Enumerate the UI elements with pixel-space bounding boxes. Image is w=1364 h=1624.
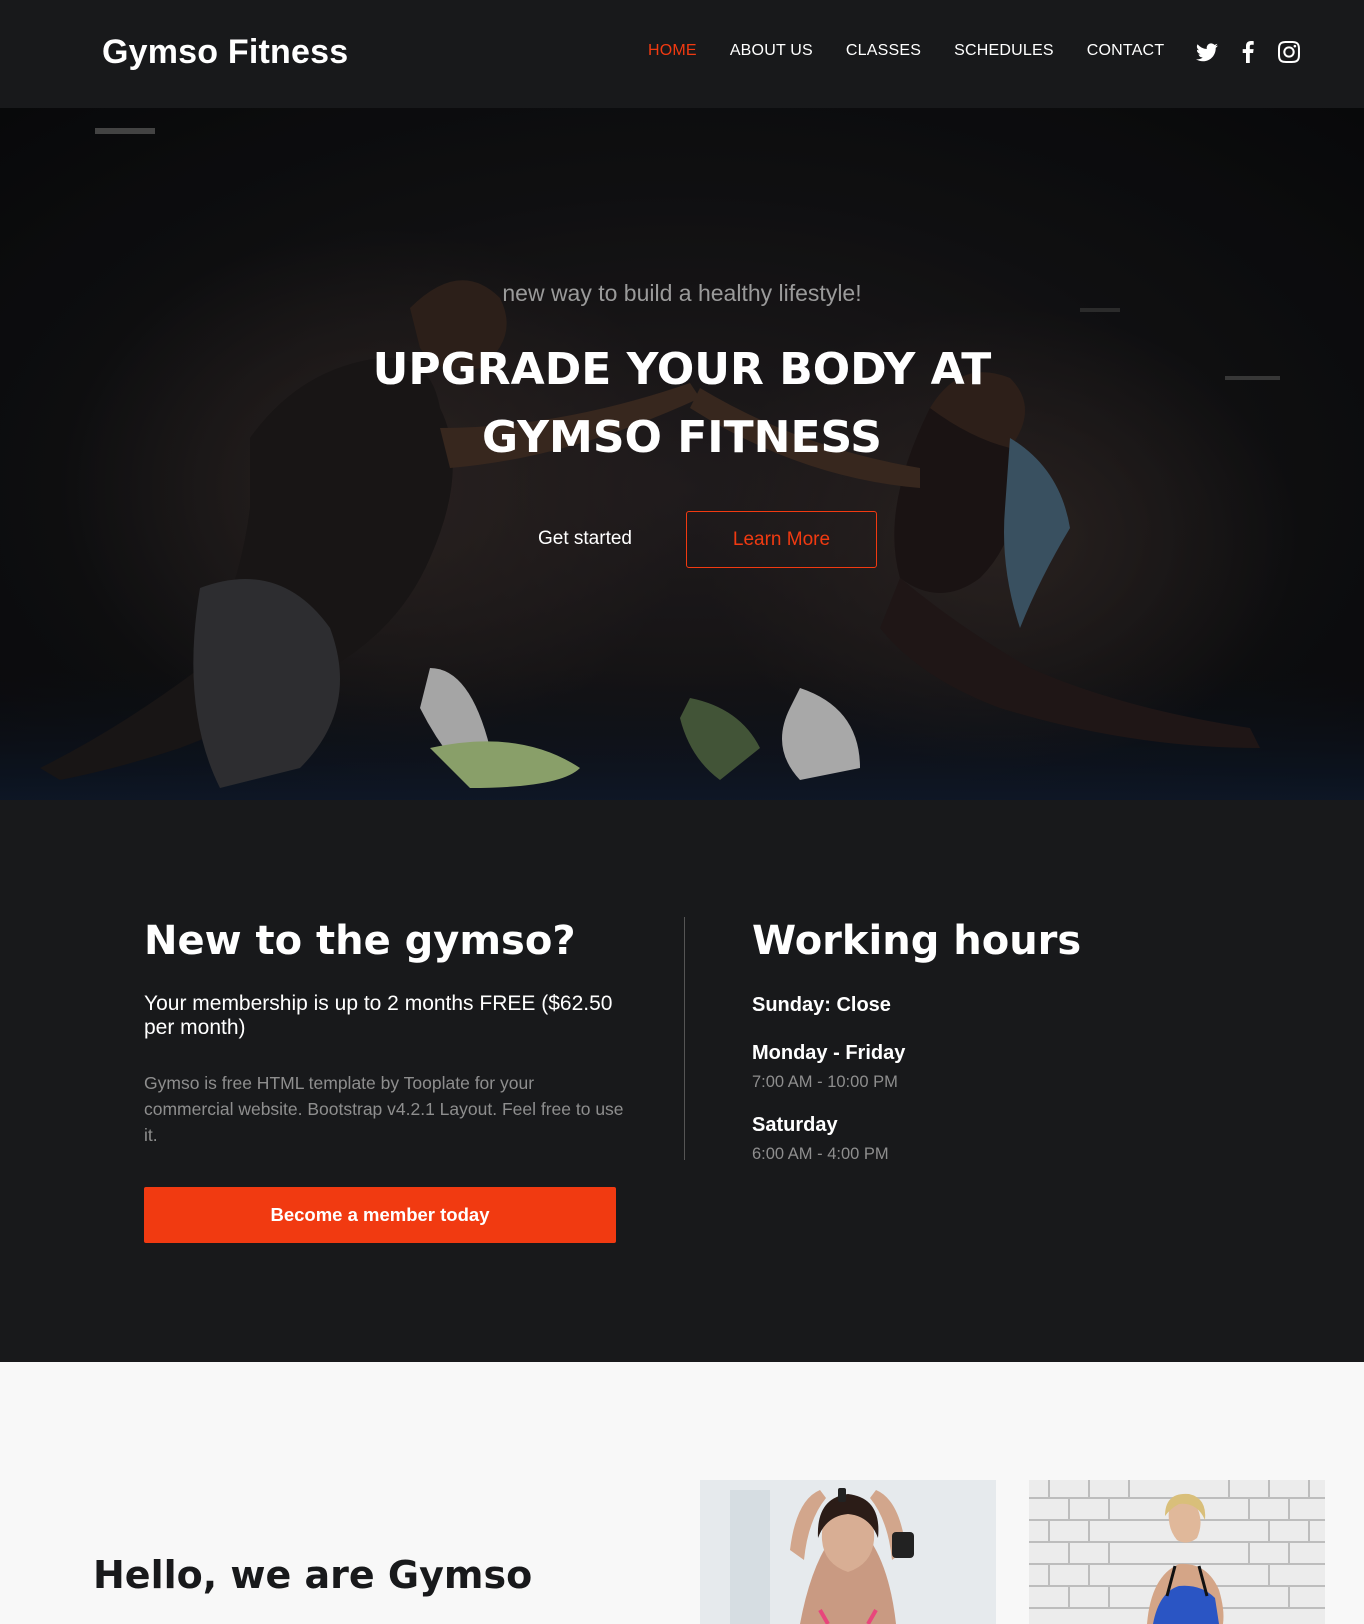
navbar: Gymso Fitness HOME ABOUT US CLASSES SCHE… [0,0,1364,108]
become-member-button[interactable]: Become a member today [144,1187,616,1243]
brand-logo[interactable]: Gymso Fitness [102,33,348,72]
hero-subtitle: new way to build a healthy lifestyle! [502,280,862,306]
new-member-heading: New to the gymso? [144,918,576,964]
nav-link-classes[interactable]: CLASSES [846,42,921,60]
new-member-block: New to the gymso? Your membership is up … [144,918,624,1148]
nav-menu: HOME ABOUT US CLASSES SCHEDULES CONTACT [648,42,1197,60]
social-links [1195,40,1318,64]
nav-link-home[interactable]: HOME [648,42,697,60]
saturday-time: 6:00 AM - 4:00 PM [752,1145,889,1163]
weekday-time: 7:00 AM - 10:00 PM [752,1073,898,1091]
working-hours-heading: Working hours [752,918,1082,964]
facebook-icon[interactable] [1236,40,1260,64]
weekday-label: Monday - Friday [752,1042,906,1064]
info-section: New to the gymso? Your membership is up … [0,800,1364,1362]
nav-link-schedules[interactable]: SCHEDULES [954,42,1054,60]
trainer-photo-1 [700,1480,996,1624]
sunday-hours: Sunday: Close [752,994,891,1016]
working-hours-block: Working hours Sunday: Close Monday - Fri… [752,918,1312,1164]
twitter-icon[interactable] [1195,40,1219,64]
hero-title-line-1: UPGRADE YOUR BODY AT [372,344,992,395]
nav-link-about-us[interactable]: ABOUT US [730,42,813,60]
hero-title: UPGRADE YOUR BODY AT GYMSO FITNESS [0,336,1364,472]
nav-link-contact[interactable]: CONTACT [1087,42,1165,60]
about-heading: Hello, we are Gymso [93,1553,533,1597]
learn-more-button[interactable]: Learn More [686,511,877,568]
get-started-button[interactable]: Get started [520,511,650,567]
trainer-photo-2 [1029,1480,1325,1624]
about-section: Hello, we are Gymso [0,1362,1364,1624]
saturday-label: Saturday [752,1114,838,1136]
hero-title-line-2: GYMSO FITNESS [482,412,882,463]
hero-section: new way to build a healthy lifestyle! UP… [0,108,1364,800]
section-divider [684,917,685,1160]
template-description: Gymso is free HTML template by Tooplate … [144,1073,624,1145]
instagram-icon[interactable] [1277,40,1301,64]
membership-offer: Your membership is up to 2 months FREE (… [144,992,613,1039]
